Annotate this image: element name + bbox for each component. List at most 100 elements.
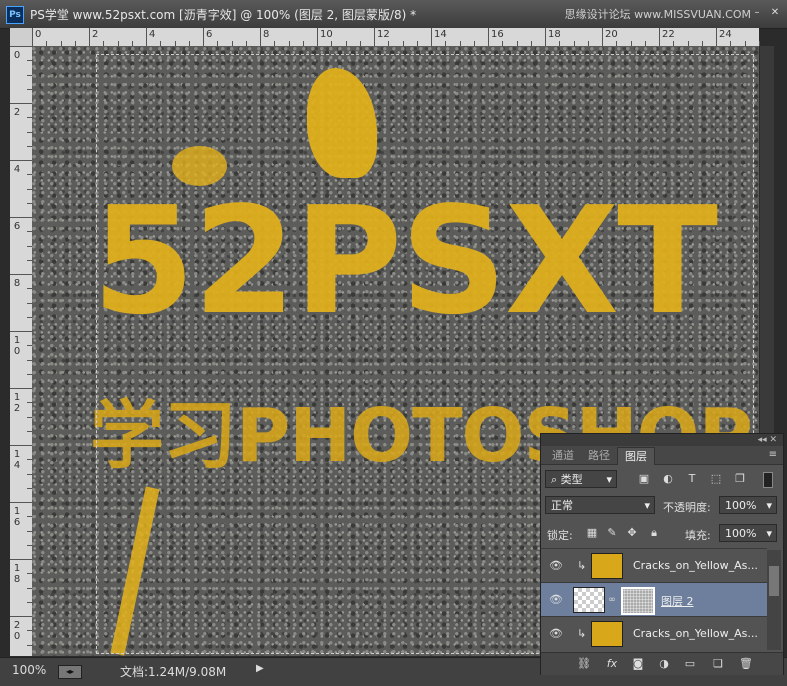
filter-kind-dropdown[interactable]: ⌕ 类型 ▾ [545,470,617,488]
vertical-ruler[interactable]: 0 2 4 6 8 1 0 1 2 1 4 1 6 1 8 2 0 [10,46,33,656]
ruler-tick [659,28,660,46]
ruler-tick [10,217,32,218]
fill-value: 100% [725,527,757,540]
ruler-tick [10,559,32,560]
lock-pixels-brush-icon[interactable]: ✎ [605,526,619,540]
image-filter-icon[interactable]: ▣ [637,472,651,486]
chevron-down-icon: ▾ [606,473,612,486]
ruler-tick [10,274,32,275]
horizontal-ruler[interactable]: 0 2 4 6 8 10 12 14 16 18 20 22 24 [32,28,760,47]
close-button[interactable]: ✕ [770,8,780,18]
ruler-tick [431,28,432,46]
lock-position-icon[interactable]: ✥ [625,526,639,540]
ruler-label: 1 8 [13,563,21,585]
ruler-label: 18 [548,29,561,40]
search-icon: ⌕ [551,473,561,486]
layer-name[interactable]: 图层 2 [661,593,694,609]
ruler-tick [374,28,375,46]
ruler-label: 4 [13,164,21,175]
eye-icon[interactable]: 👁︎ [549,627,563,641]
layer-name[interactable]: Cracks_on_Yellow_As... [633,627,758,640]
panel-collapse-bar[interactable]: ◂◂ ✕ [541,434,783,446]
lock-all-icon[interactable]: 🔒︎ [647,526,661,540]
panel-footer: ⛓︎ fx ◙ ◑ ▭ ❏ 🗑︎ [541,652,783,675]
ruler-label: 0 [13,50,21,61]
layers-panel: ◂◂ ✕ 通道 路径 图层 ≡ ⌕ 类型 ▾ ▣ ◐ T ⬚ ❐ 正常 ▾ 不透明度… [540,433,784,675]
opacity-value: 100% [725,499,757,512]
add-mask-icon[interactable]: ◙ [631,657,645,671]
filter-kind-label: 类型 [560,473,583,486]
ruler-tick [716,28,717,46]
filter-row: ⌕ 类型 ▾ ▣ ◐ T ⬚ ❐ [541,468,783,492]
layer-name[interactable]: Cracks_on_Yellow_As... [633,559,758,572]
ruler-label: 2 [13,107,21,118]
clipping-arrow-icon: ↳ [577,627,587,640]
new-group-folder-icon[interactable]: ▭ [683,657,697,671]
ruler-label: 2 0 [13,620,21,642]
tab-layers[interactable]: 图层 [617,447,655,465]
ruler-tick [10,445,32,446]
blend-row: 正常 ▾ 不透明度: 100% ▾ [541,494,783,518]
type-filter-icon[interactable]: T [685,472,699,486]
opacity-input[interactable]: 100% ▾ [719,496,777,514]
ruler-tick [317,28,318,46]
photoshop-icon: Ps [6,6,24,24]
shape-filter-icon[interactable]: ⬚ [709,472,723,486]
play-triangle-icon[interactable]: ▶ [256,663,264,674]
fill-input[interactable]: 100% ▾ [719,524,777,542]
chevron-down-icon: ▾ [644,499,650,512]
tab-channels[interactable]: 通道 [545,447,581,464]
fill-label: 填充: [685,529,711,542]
ruler-tick [10,103,32,104]
ruler-tick [203,28,204,46]
ruler-label: 8 [13,278,21,289]
ruler-label: 8 [263,29,270,40]
document-info: 文档:1.24M/9.08M [120,665,227,679]
link-layers-icon[interactable]: ⛓︎ [577,657,591,671]
adjustment-filter-icon[interactable]: ◐ [661,472,675,486]
trash-icon[interactable]: 🗑︎ [739,657,753,671]
minimize-button[interactable]: – [752,8,762,18]
eye-icon[interactable]: 👁︎ [549,559,563,573]
adjustment-layer-icon[interactable]: ◑ [657,657,671,671]
ruler-label: 16 [491,29,504,40]
ruler-label: 6 [13,221,21,232]
layer-row[interactable]: 👁︎ ↳ Cracks_on_Yellow_As... [541,616,767,651]
zoom-level[interactable]: 100% [12,663,46,677]
tab-paths[interactable]: 路径 [581,447,617,464]
new-layer-icon[interactable]: ❏ [711,657,725,671]
scrollbar-thumb[interactable] [769,566,779,596]
blend-mode-dropdown[interactable]: 正常 ▾ [545,496,655,514]
blend-mode-value: 正常 [551,499,573,512]
eye-icon[interactable]: 👁︎ [549,593,563,607]
layer-row-selected[interactable]: 👁︎ ∞ 图层 2 [541,582,767,617]
lock-row: 锁定: ▦ ✎ ✥ 🔒︎ 填充: 100% ▾ [541,522,783,546]
navigator-icon[interactable]: ◂▸ [58,665,82,679]
lock-transparency-icon[interactable]: ▦ [585,526,599,540]
ruler-tick [488,28,489,46]
ruler-label: 20 [605,29,618,40]
ruler-tick [32,28,33,46]
clipping-arrow-icon: ↳ [577,559,587,572]
lock-label: 锁定: [547,529,573,542]
ruler-label: 14 [434,29,447,40]
panel-menu-icon[interactable]: ≡ [769,449,777,460]
ruler-label: 10 [320,29,333,40]
ruler-tick [545,28,546,46]
document-title: PS学堂 www.52psxt.com [沥青字效] @ 100% (图层 2,… [30,8,417,22]
ruler-tick [146,28,147,46]
layers-scrollbar[interactable] [767,550,781,650]
panel-tabs: 通道 路径 图层 ≡ [541,446,783,465]
filter-toggle[interactable] [763,472,773,488]
ruler-label: 12 [377,29,390,40]
layer-thumbnail [591,621,623,647]
layer-thumbnail [573,587,605,613]
ruler-label: 0 [35,29,42,40]
layer-mask-thumbnail[interactable] [621,587,655,615]
ruler-corner[interactable] [10,28,33,47]
ruler-label: 6 [206,29,213,40]
fx-icon[interactable]: fx [605,657,619,671]
layer-row[interactable]: 👁︎ ↳ Cracks_on_Yellow_As... [541,548,767,583]
mask-link-chain-icon[interactable]: ∞ [605,593,619,607]
smart-object-filter-icon[interactable]: ❐ [733,472,747,486]
